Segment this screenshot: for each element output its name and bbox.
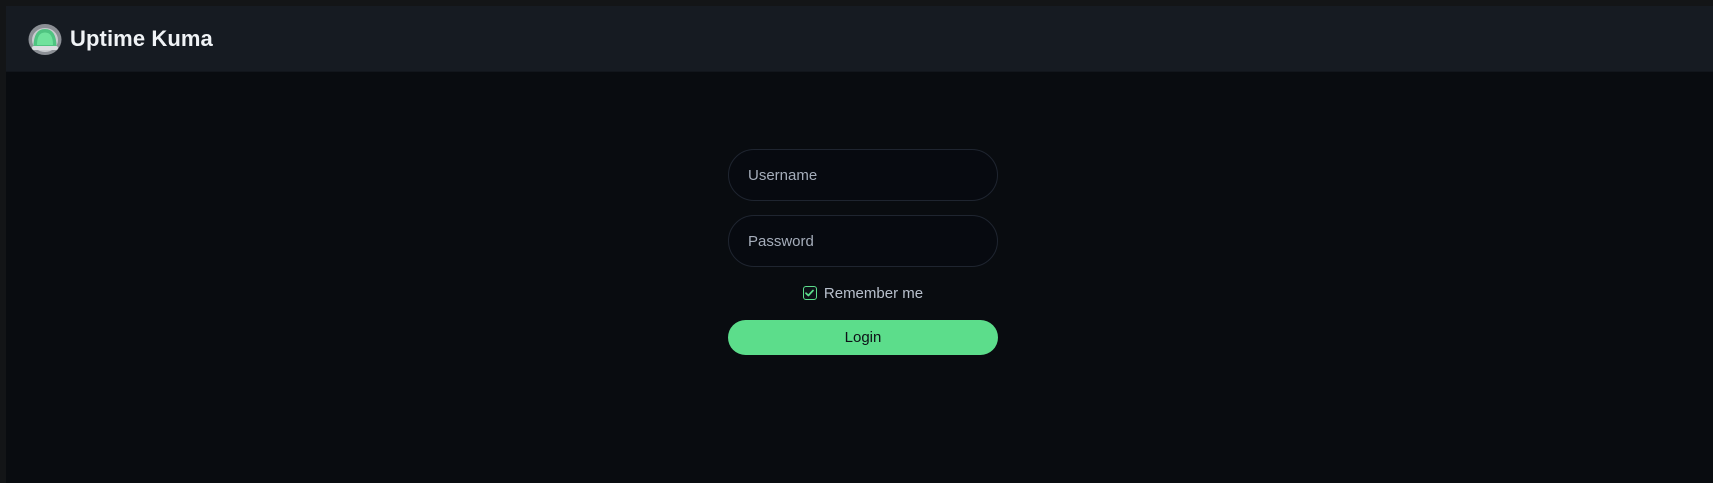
login-button[interactable]: Login [728, 320, 998, 355]
uptime-kuma-logo-icon [28, 24, 62, 55]
top-header: Uptime Kuma [6, 6, 1713, 72]
app-window: Uptime Kuma Remember me Login [6, 6, 1713, 483]
username-input[interactable] [728, 149, 998, 201]
remember-me-label[interactable]: Remember me [824, 285, 923, 302]
remember-me-row: Remember me [728, 283, 998, 303]
brand-link[interactable]: Uptime Kuma [28, 22, 213, 56]
remember-me-checkbox[interactable] [802, 286, 817, 300]
password-input[interactable] [728, 215, 998, 267]
login-form: Remember me Login [728, 149, 998, 355]
check-icon [805, 289, 815, 297]
app-title: Uptime Kuma [70, 26, 213, 51]
